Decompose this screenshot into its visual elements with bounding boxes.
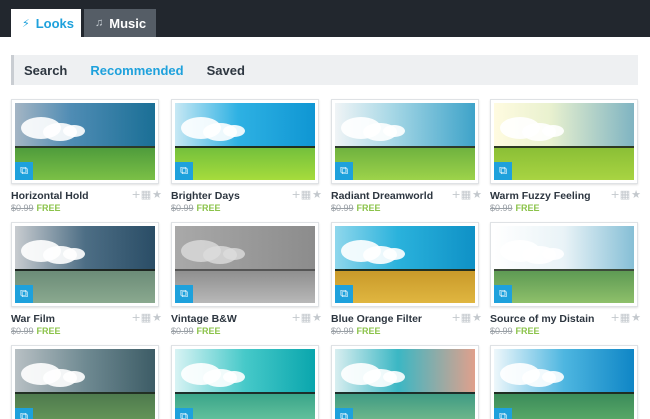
look-thumbnail[interactable]: ⧉ (15, 349, 155, 419)
old-price: $0.99 (490, 326, 513, 336)
preview-icon[interactable]: ⧉ (175, 408, 193, 419)
star-icon[interactable]: ★ (631, 188, 641, 201)
look-title: Warm Fuzzy Feeling (490, 190, 591, 202)
music-note-icon: ♫ (95, 17, 104, 29)
subnav-recommended[interactable]: Recommended (90, 63, 183, 78)
look-title: Horizontal Hold (11, 190, 89, 202)
star-icon[interactable]: ★ (631, 311, 641, 324)
look-thumbnail-frame[interactable]: ⧉ (11, 99, 159, 184)
look-thumbnail-frame[interactable]: ⧉ (490, 222, 638, 307)
look-thumbnail[interactable]: ⧉ (15, 103, 155, 180)
star-icon[interactable]: ★ (472, 188, 482, 201)
lightning-icon: ⚡ (22, 17, 30, 30)
preview-icon[interactable]: ⧉ (175, 285, 193, 303)
add-grid-icon[interactable]: +▦ (611, 311, 631, 324)
preview-icon[interactable]: ⧉ (335, 408, 353, 419)
subnav-search[interactable]: Search (24, 63, 67, 78)
free-price: FREE (36, 326, 61, 336)
preview-icon[interactable]: ⧉ (494, 408, 512, 419)
look-title: Vintage B&W (171, 313, 237, 325)
star-icon[interactable]: ★ (152, 311, 162, 324)
look-price: $0.99 FREE (171, 326, 221, 336)
subnav-saved[interactable]: Saved (207, 63, 245, 78)
tab-music[interactable]: ♫ Music (84, 9, 156, 37)
star-icon[interactable]: ★ (312, 311, 322, 324)
free-price: FREE (515, 326, 540, 336)
look-thumbnail-frame[interactable]: ⧉ (11, 345, 159, 419)
free-price: FREE (515, 203, 540, 213)
add-grid-icon[interactable]: +▦ (292, 188, 312, 201)
look-thumbnail[interactable]: ⧉ (494, 349, 634, 419)
old-price: $0.99 (331, 203, 354, 213)
look-price: $0.99 FREE (171, 203, 221, 213)
preview-icon[interactable]: ⧉ (175, 162, 193, 180)
preview-icon[interactable]: ⧉ (15, 408, 33, 419)
free-price: FREE (196, 203, 221, 213)
preview-icon[interactable]: ⧉ (494, 285, 512, 303)
top-bar: ⚡ Looks ♫ Music (0, 0, 650, 37)
look-price: $0.99 FREE (490, 326, 540, 336)
look-thumbnail[interactable]: ⧉ (15, 226, 155, 303)
free-price: FREE (36, 203, 61, 213)
look-thumbnail[interactable]: ⧉ (175, 226, 315, 303)
look-thumbnail-frame[interactable]: ⧉ (171, 99, 319, 184)
look-thumbnail[interactable]: ⧉ (335, 226, 475, 303)
look-thumbnail-frame[interactable]: ⧉ (331, 99, 479, 184)
old-price: $0.99 (490, 203, 513, 213)
old-price: $0.99 (11, 203, 34, 213)
star-icon[interactable]: ★ (472, 311, 482, 324)
add-grid-icon[interactable]: +▦ (611, 188, 631, 201)
look-price: $0.99 FREE (331, 326, 381, 336)
look-price: $0.99 FREE (11, 326, 61, 336)
look-thumbnail[interactable]: ⧉ (335, 349, 475, 419)
star-icon[interactable]: ★ (312, 188, 322, 201)
free-price: FREE (356, 326, 381, 336)
preview-icon[interactable]: ⧉ (335, 162, 353, 180)
look-price: $0.99 FREE (11, 203, 61, 213)
add-grid-icon[interactable]: +▦ (132, 188, 152, 201)
add-grid-icon[interactable]: +▦ (292, 311, 312, 324)
look-title: Brighter Days (171, 190, 240, 202)
look-thumbnail[interactable]: ⧉ (335, 103, 475, 180)
look-thumbnail-frame[interactable]: ⧉ (331, 222, 479, 307)
look-thumbnail[interactable]: ⧉ (175, 103, 315, 180)
look-thumbnail[interactable]: ⧉ (494, 103, 634, 180)
add-grid-icon[interactable]: +▦ (452, 188, 472, 201)
look-price: $0.99 FREE (331, 203, 381, 213)
tab-looks-label: Looks (35, 15, 75, 31)
look-title: War Film (11, 313, 55, 325)
look-thumbnail-frame[interactable]: ⧉ (11, 222, 159, 307)
look-thumbnail[interactable]: ⧉ (175, 349, 315, 419)
preview-icon[interactable]: ⧉ (15, 162, 33, 180)
tab-looks[interactable]: ⚡ Looks (11, 9, 81, 37)
old-price: $0.99 (11, 326, 34, 336)
star-icon[interactable]: ★ (152, 188, 162, 201)
look-price: $0.99 FREE (490, 203, 540, 213)
old-price: $0.99 (331, 326, 354, 336)
look-thumbnail[interactable]: ⧉ (494, 226, 634, 303)
old-price: $0.99 (171, 203, 194, 213)
look-thumbnail-frame[interactable]: ⧉ (331, 345, 479, 419)
old-price: $0.99 (171, 326, 194, 336)
look-thumbnail-frame[interactable]: ⧉ (490, 345, 638, 419)
look-thumbnail-frame[interactable]: ⧉ (171, 345, 319, 419)
look-thumbnail-frame[interactable]: ⧉ (490, 99, 638, 184)
free-price: FREE (196, 326, 221, 336)
preview-icon[interactable]: ⧉ (335, 285, 353, 303)
add-grid-icon[interactable]: +▦ (132, 311, 152, 324)
look-title: Radiant Dreamworld (331, 190, 434, 202)
sub-navigation: Search Recommended Saved (11, 55, 638, 85)
look-thumbnail-frame[interactable]: ⧉ (171, 222, 319, 307)
look-title: Source of my Distain (490, 313, 595, 325)
look-title: Blue Orange Filter (331, 313, 423, 325)
free-price: FREE (356, 203, 381, 213)
preview-icon[interactable]: ⧉ (494, 162, 512, 180)
add-grid-icon[interactable]: +▦ (452, 311, 472, 324)
preview-icon[interactable]: ⧉ (15, 285, 33, 303)
tab-music-label: Music (109, 15, 147, 31)
